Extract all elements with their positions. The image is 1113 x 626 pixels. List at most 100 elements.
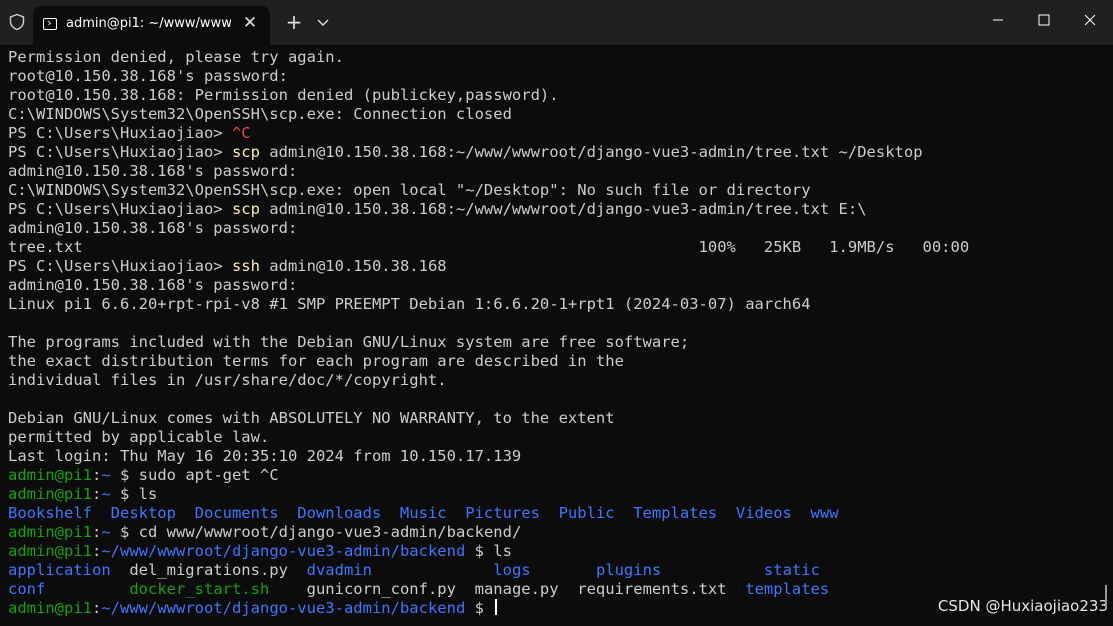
terminal-line: admin@pi1:~/www/wwwroot/django-vue3-admi… (8, 542, 1103, 561)
terminal-line: PS C:\Users\Huxiaojiao> ^C (8, 124, 1103, 143)
terminal-line: individual files in /usr/share/doc/*/cop… (8, 371, 1103, 390)
terminal-text: The programs included with the Debian GN… (8, 333, 690, 351)
terminal-text: admin@pi1 (8, 599, 92, 617)
terminal-text: ~/www/wwwroot/django-vue3-admin/backend (101, 542, 466, 560)
terminal-line: root@10.150.38.168's password: (8, 67, 1103, 86)
terminal-text: logs (493, 561, 531, 579)
terminal-text: root@10.150.38.168: Permission denied (p… (8, 86, 559, 104)
tab-close-button[interactable]: ✕ (240, 12, 260, 34)
terminal-text: : (92, 485, 102, 503)
terminal-line: admin@10.150.38.168's password: (8, 162, 1103, 181)
terminal-text: plugins (595, 561, 662, 579)
terminal-text: scp (231, 143, 260, 161)
terminal-text: PS C:\Users\Huxiaojiao> (8, 200, 232, 218)
terminal-text: dvadmin (306, 561, 372, 579)
terminal-text: permitted by applicable law. (8, 428, 270, 446)
terminal-text: scp (231, 200, 260, 218)
terminal-text: admin@pi1 (8, 523, 92, 541)
close-button[interactable] (1067, 0, 1113, 40)
terminal-text: admin@10.150.38.168's password: (8, 276, 298, 294)
terminal-line: Linux pi1 6.6.20+rpt-rpi-v8 #1 SMP PREEM… (8, 295, 1103, 314)
terminal-text: $ ls (465, 542, 512, 560)
terminal-text: PS C:\Users\Huxiaojiao> (8, 124, 232, 142)
terminal-text: admin@pi1 (8, 485, 92, 503)
terminal-line: application del_migrations.py dvadmin lo… (8, 561, 1103, 580)
terminal-text: del_migrations.py (110, 561, 307, 579)
terminal-text: Permission denied, please try again. (8, 48, 344, 66)
terminal-line: Bookshelf Desktop Documents Downloads Mu… (8, 504, 1103, 523)
terminal-text: the exact distribution terms for each pr… (8, 352, 624, 370)
terminal-text: admin@pi1 (8, 542, 92, 560)
terminal-text: conf (8, 580, 46, 598)
new-tab-button[interactable]: + (283, 10, 305, 34)
terminal-text: PS C:\Users\Huxiaojiao> (8, 257, 232, 275)
terminal-text: PS C:\Users\Huxiaojiao> (8, 143, 232, 161)
terminal-line: permitted by applicable law. (8, 428, 1103, 447)
terminal-text: gunicorn_conf.py manage.py requirements.… (269, 580, 746, 598)
terminal-text: admin@10.150.38.168's password: (8, 219, 298, 237)
shield-icon[interactable] (8, 13, 26, 31)
terminal-line: PS C:\Users\Huxiaojiao> scp admin@10.150… (8, 143, 1103, 162)
terminal-text: : (92, 523, 102, 541)
terminal-text: admin@10.150.38.168's password: (8, 162, 298, 180)
terminal-text: C:\WINDOWS\System32\OpenSSH\scp.exe: Con… (8, 105, 512, 123)
terminal-text: individual files in /usr/share/doc/*/cop… (8, 371, 447, 389)
minimize-button[interactable] (975, 0, 1021, 40)
terminal-icon (43, 18, 57, 30)
terminal-text: static (763, 561, 820, 579)
terminal-text: ^C (231, 124, 251, 142)
terminal-line: admin@pi1:~ $ sudo apt-get ^C (8, 466, 1103, 485)
terminal-text: tree.txt 100% 25KB 1.9MB/s 00:00 (8, 238, 970, 256)
terminal-line: Debian GNU/Linux comes with ABSOLUTELY N… (8, 409, 1103, 428)
terminal-line: tree.txt 100% 25KB 1.9MB/s 00:00 (8, 238, 1103, 257)
terminal-line: admin@10.150.38.168's password: (8, 219, 1103, 238)
scrollbar[interactable] (1105, 585, 1107, 609)
terminal-text: Debian GNU/Linux comes with ABSOLUTELY N… (8, 409, 615, 427)
terminal-text: $ cd www/wwwroot/django-vue3-admin/backe… (110, 523, 522, 541)
terminal-line: admin@pi1:~ $ cd www/wwwroot/django-vue3… (8, 523, 1103, 542)
terminal-text: admin@10.150.38.168 (259, 257, 447, 275)
terminal-text: $ (465, 599, 494, 617)
terminal-text: ~ (101, 523, 111, 541)
terminal-line: Last login: Thu May 16 20:35:10 2024 fro… (8, 447, 1103, 466)
tab-terminal[interactable]: admin@pi1: ~/www/wwwroot/ ✕ (33, 6, 270, 45)
terminal-line: PS C:\Users\Huxiaojiao> ssh admin@10.150… (8, 257, 1103, 276)
tab-title: admin@pi1: ~/www/wwwroot/ (66, 16, 231, 31)
terminal-line: The programs included with the Debian GN… (8, 333, 1103, 352)
terminal-text: application (8, 561, 111, 579)
terminal-text: $ sudo apt-get ^C (110, 466, 279, 484)
terminal-text: templates (745, 580, 830, 598)
terminal-line: admin@10.150.38.168's password: (8, 276, 1103, 295)
terminal-text: admin@pi1 (8, 466, 92, 484)
terminal-line: C:\WINDOWS\System32\OpenSSH\scp.exe: Con… (8, 105, 1103, 124)
terminal-line: the exact distribution terms for each pr… (8, 352, 1103, 371)
terminal-text: admin@10.150.38.168:~/www/wwwroot/django… (259, 143, 923, 161)
terminal-text: ~ (101, 485, 111, 503)
terminal-text: C:\WINDOWS\System32\OpenSSH\scp.exe: ope… (8, 181, 811, 199)
terminal-text: admin@10.150.38.168:~/www/wwwroot/django… (259, 200, 867, 218)
terminal-text: : (92, 542, 102, 560)
chevron-down-icon[interactable] (311, 10, 335, 34)
terminal-line: C:\WINDOWS\System32\OpenSSH\scp.exe: ope… (8, 181, 1103, 200)
text-cursor (495, 599, 498, 615)
terminal-text: Last login: Thu May 16 20:35:10 2024 fro… (8, 447, 522, 465)
terminal-text: ~/www/wwwroot/django-vue3-admin/backend (101, 599, 466, 617)
terminal-text: $ ls (110, 485, 158, 503)
terminal-text: root@10.150.38.168's password: (8, 67, 288, 85)
terminal-output[interactable]: Permission denied, please try again. root… (8, 48, 1103, 618)
terminal-line: root@10.150.38.168: Permission denied (p… (8, 86, 1103, 105)
maximize-button[interactable] (1021, 0, 1067, 40)
title-bar: admin@pi1: ~/www/wwwroot/ ✕ + (0, 0, 1113, 45)
watermark: CSDN @Huxiaojiao233 (937, 597, 1108, 615)
terminal-line: Permission denied, please try again. (8, 48, 1103, 67)
terminal-line: admin@pi1:~ $ ls (8, 485, 1103, 504)
terminal-text: ~ (101, 466, 111, 484)
terminal-text: : (92, 599, 102, 617)
terminal-line: PS C:\Users\Huxiaojiao> scp admin@10.150… (8, 200, 1103, 219)
terminal-text: Linux pi1 6.6.20+rpt-rpi-v8 #1 SMP PREEM… (8, 295, 811, 313)
